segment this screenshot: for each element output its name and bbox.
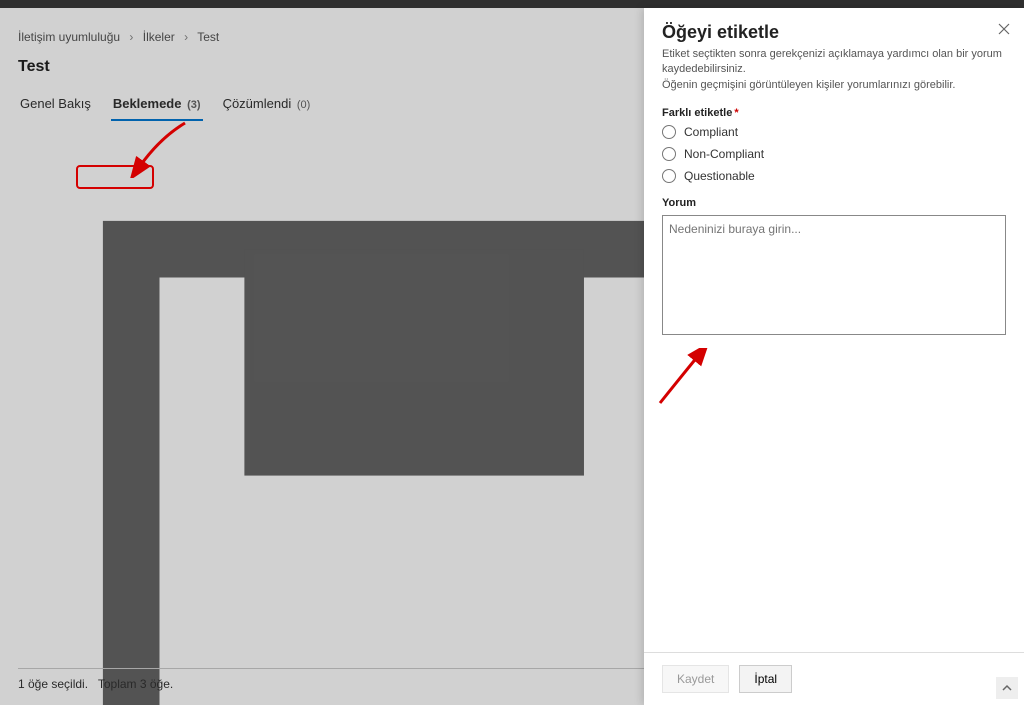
- tab-pending-count: (3): [187, 99, 200, 111]
- close-button[interactable]: [998, 22, 1010, 38]
- tab-resolved-label: Çözümlendi: [223, 96, 292, 111]
- chevron-up-icon: [1002, 683, 1012, 693]
- tab-resolved-count: (0): [297, 99, 310, 111]
- panel-desc-line2: Öğenin geçmişini görüntüleyen kişiler yo…: [662, 79, 955, 91]
- tag-radio-group: Compliant Non-Compliant Questionable: [662, 125, 1006, 183]
- radio-compliant-input[interactable]: [662, 125, 676, 139]
- tab-pending-label: Beklemede: [113, 96, 182, 111]
- radio-questionable[interactable]: Questionable: [662, 169, 1006, 183]
- panel-description: Etiket seçtikten sonra gerekçenizi açıkl…: [662, 47, 1006, 93]
- close-icon: [998, 23, 1010, 35]
- panel-footer: Kaydet İptal: [644, 652, 1024, 705]
- radio-noncompliant-label: Non-Compliant: [684, 147, 764, 161]
- panel-desc-line1: Etiket seçtikten sonra gerekçenizi açıkl…: [662, 48, 1002, 75]
- comment-textarea[interactable]: [662, 215, 1006, 335]
- comment-field-label: Yorum: [662, 197, 1006, 209]
- radio-noncompliant[interactable]: Non-Compliant: [662, 147, 1006, 161]
- radio-compliant[interactable]: Compliant: [662, 125, 1006, 139]
- footer-selected: 1 öğe seçildi.: [18, 677, 88, 691]
- breadcrumb-root[interactable]: İletişim uyumluluğu: [18, 30, 120, 44]
- tab-overview[interactable]: Genel Bakış: [18, 90, 93, 121]
- tag-field-label-text: Farklı etiketle: [662, 107, 732, 119]
- tag-item-panel: Öğeyi etiketle Etiket seçtikten sonra ge…: [644, 8, 1024, 705]
- save-button[interactable]: Kaydet: [662, 665, 729, 693]
- radio-compliant-label: Compliant: [684, 125, 738, 139]
- app-topbar: [0, 0, 1024, 8]
- breadcrumb-sep: ›: [184, 30, 188, 44]
- panel-title: Öğeyi etiketle: [662, 22, 1006, 43]
- cancel-button[interactable]: İptal: [739, 665, 792, 693]
- footer-total: Toplam 3 öğe.: [98, 677, 173, 691]
- radio-questionable-label: Questionable: [684, 169, 755, 183]
- tab-pending[interactable]: Beklemede (3): [111, 90, 203, 121]
- radio-questionable-input[interactable]: [662, 169, 676, 183]
- tab-resolved[interactable]: Çözümlendi (0): [221, 90, 313, 121]
- tag-field-label: Farklı etiketle*: [662, 107, 1006, 119]
- required-star: *: [734, 107, 738, 119]
- radio-noncompliant-input[interactable]: [662, 147, 676, 161]
- breadcrumb-sep: ›: [129, 30, 133, 44]
- breadcrumb-current: Test: [197, 30, 219, 44]
- scroll-top-button[interactable]: [996, 677, 1018, 699]
- breadcrumb-policies[interactable]: İlkeler: [143, 30, 175, 44]
